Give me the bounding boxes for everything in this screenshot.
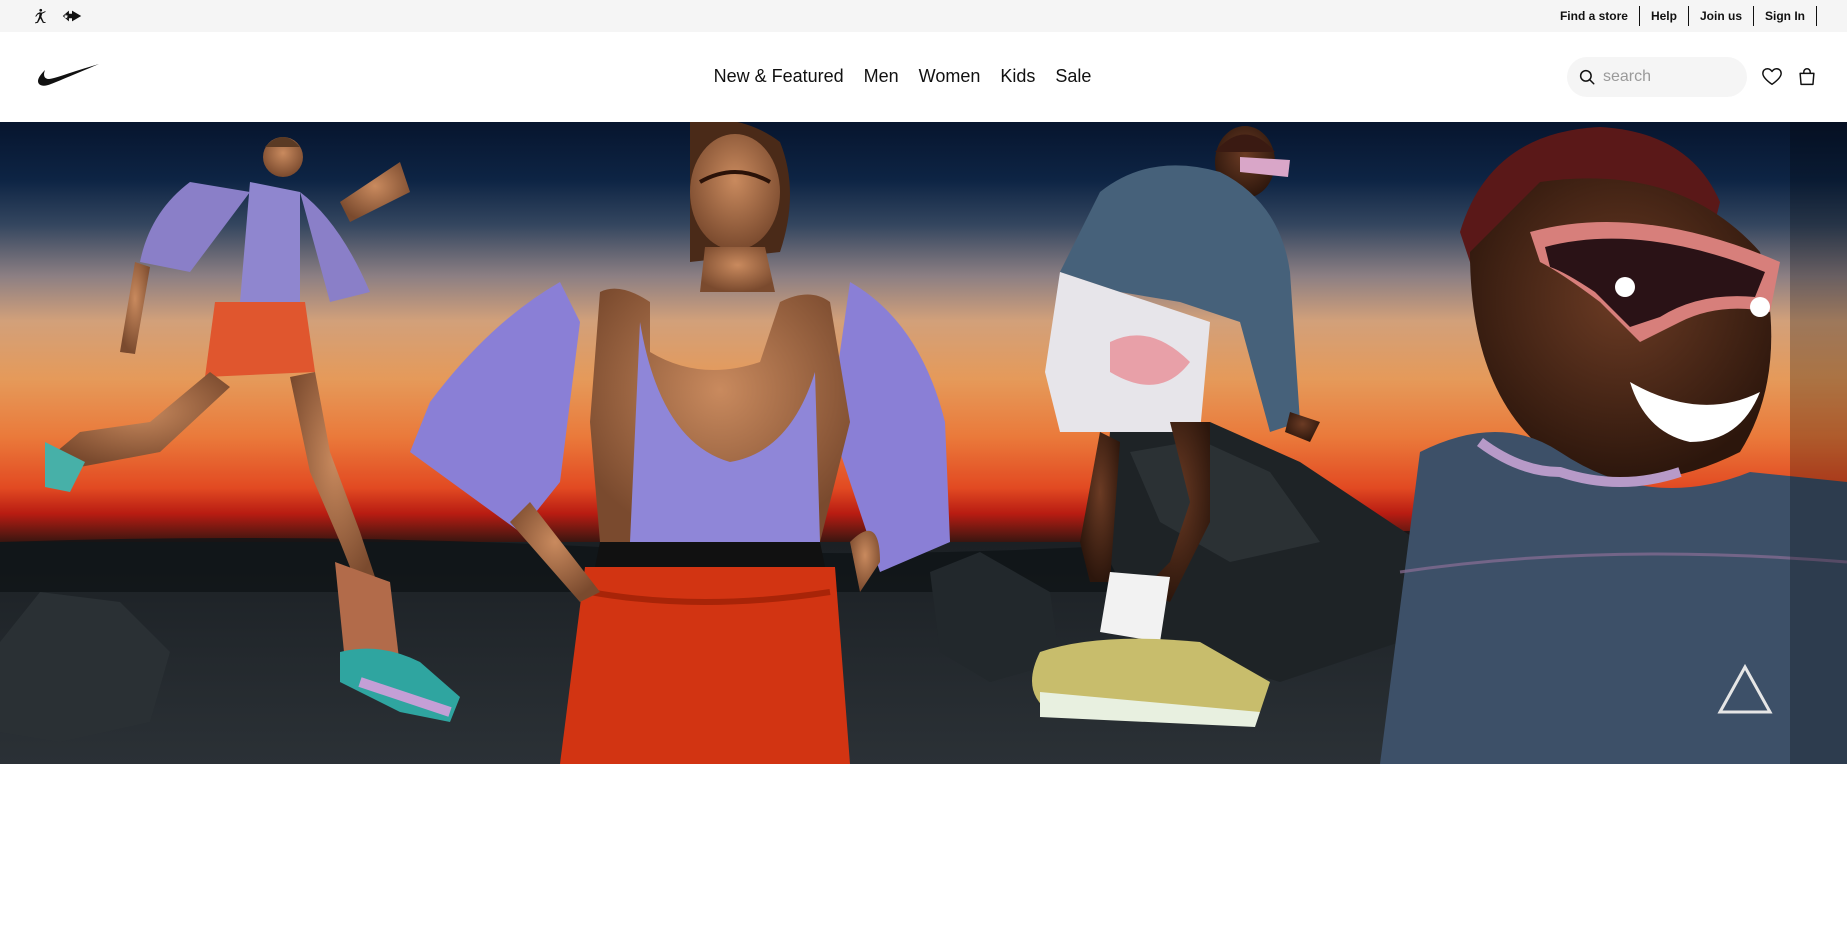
utility-links: Find a store Help Join us Sign In (1549, 6, 1817, 26)
hero-illustration (0, 122, 1847, 764)
search-input[interactable] (1603, 68, 1743, 86)
hero-athletes-sunset-image[interactable] (0, 122, 1847, 764)
converse-icon[interactable] (62, 6, 82, 26)
nike-swoosh-icon[interactable] (37, 60, 101, 90)
nav-new-featured[interactable]: New & Featured (714, 64, 844, 88)
search-icon[interactable] (1577, 67, 1597, 87)
nav-women[interactable]: Women (919, 64, 981, 88)
bag-icon[interactable] (1795, 65, 1819, 89)
brand-switcher (30, 6, 82, 26)
main-header: New & Featured Men Women Kids Sale (0, 32, 1847, 122)
smiling-athlete-figure (1380, 127, 1847, 764)
sign-in-link[interactable]: Sign In (1754, 6, 1817, 26)
jordan-jumpman-icon[interactable] (30, 6, 50, 26)
find-store-link[interactable]: Find a store (1549, 6, 1640, 26)
nav-kids[interactable]: Kids (1000, 64, 1035, 88)
nav-men[interactable]: Men (864, 64, 899, 88)
help-link[interactable]: Help (1640, 6, 1689, 26)
utility-bar: Find a store Help Join us Sign In (0, 0, 1847, 32)
heart-icon[interactable] (1760, 65, 1784, 89)
nav-sale[interactable]: Sale (1055, 64, 1091, 88)
join-us-link[interactable]: Join us (1689, 6, 1754, 26)
search-box[interactable] (1567, 57, 1747, 97)
